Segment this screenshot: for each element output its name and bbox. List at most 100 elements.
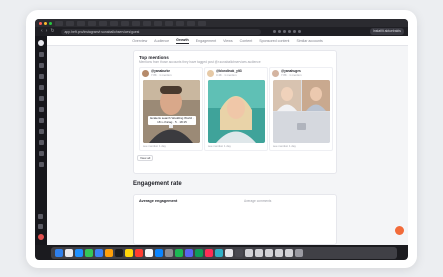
notes-icon[interactable] <box>125 249 133 257</box>
appstore-icon[interactable] <box>155 249 163 257</box>
search-icon[interactable] <box>38 63 44 68</box>
mention-footer: see mention 1 day <box>273 144 296 148</box>
spotify-icon[interactable] <box>175 249 183 257</box>
browser-tab[interactable] <box>154 20 162 26</box>
calendar-app-icon[interactable] <box>135 249 143 257</box>
user-icon[interactable] <box>38 74 44 79</box>
launchpad-icon[interactable] <box>65 249 73 257</box>
browser-profile-button[interactable]: Instafilt aktuelrakts <box>369 28 404 35</box>
star-icon[interactable] <box>38 107 44 112</box>
photo-caption: Ecaleris search Wedding World · 18 x chi… <box>148 116 196 126</box>
back-icon[interactable]: ‹ <box>41 29 43 34</box>
safari-icon[interactable] <box>75 249 83 257</box>
engagement-label: Average engagement <box>139 199 178 203</box>
document-icon[interactable] <box>275 249 283 257</box>
settings-icon[interactable] <box>38 162 44 167</box>
browser-tab[interactable] <box>121 20 129 26</box>
browser-tab[interactable] <box>176 20 184 26</box>
photos-icon[interactable] <box>105 249 113 257</box>
mention-photo[interactable] <box>208 80 265 143</box>
reload-icon[interactable]: ↻ <box>50 29 54 34</box>
document-icon[interactable] <box>265 249 273 257</box>
browser-tab[interactable] <box>88 20 96 26</box>
browser-tab[interactable] <box>77 20 85 26</box>
minimize-window-icon[interactable] <box>44 21 47 25</box>
portrait-woman-image <box>208 80 265 143</box>
chrome-icon[interactable] <box>145 249 153 257</box>
account-icon[interactable] <box>38 224 43 229</box>
avatar <box>142 70 149 77</box>
tab-engagement[interactable]: Engagement <box>196 39 216 43</box>
music-icon[interactable] <box>205 249 213 257</box>
help-icon[interactable] <box>38 214 43 219</box>
chat-support-icon[interactable] <box>395 226 404 235</box>
extension-icon[interactable] <box>287 30 291 33</box>
document-icon[interactable] <box>245 249 253 257</box>
media-grid-image <box>273 80 330 143</box>
telegram-icon[interactable] <box>215 249 223 257</box>
tab-audience[interactable]: Audience <box>154 39 169 43</box>
sheets-icon[interactable] <box>195 249 203 257</box>
mention-footer: see mention 1 day <box>208 144 231 148</box>
calendar-icon[interactable] <box>38 151 44 156</box>
notification-icon[interactable] <box>38 234 44 240</box>
extension-icon[interactable] <box>292 30 296 33</box>
top-mentions-card: Top mentions Mentions from those account… <box>133 50 337 174</box>
folder-icon[interactable] <box>235 249 243 257</box>
tab-views[interactable]: Views <box>223 39 233 43</box>
extension-icon[interactable] <box>272 30 276 33</box>
folder-icon[interactable] <box>38 118 44 123</box>
finder-icon[interactable] <box>55 249 63 257</box>
browser-tab[interactable] <box>187 20 195 26</box>
browser-tab[interactable] <box>198 20 206 26</box>
terminal-icon[interactable] <box>115 249 123 257</box>
trash-icon[interactable] <box>295 249 303 257</box>
browser-tab[interactable] <box>66 20 74 26</box>
tab-sponsored-content[interactable]: Sponsored content <box>259 39 289 43</box>
engagement-secondary-label: Average comments <box>244 199 272 203</box>
engagement-card: Average engagement Average comments <box>133 194 337 245</box>
browser-tab-strip <box>35 19 408 27</box>
document-icon[interactable] <box>255 249 263 257</box>
discord-icon[interactable] <box>185 249 193 257</box>
list-icon[interactable] <box>38 96 44 101</box>
extension-icon[interactable] <box>282 30 286 33</box>
extension-icon[interactable] <box>297 30 301 33</box>
browser-tab[interactable] <box>132 20 140 26</box>
tab-growth[interactable]: Growth <box>176 38 189 44</box>
extension-icon[interactable] <box>277 30 281 33</box>
tab-content[interactable]: Content <box>240 39 253 43</box>
view-all-button[interactable]: View all <box>137 155 154 161</box>
logo-icon[interactable] <box>38 40 44 46</box>
grid-icon[interactable] <box>38 140 44 145</box>
tab-overview[interactable]: Overview <box>132 39 147 43</box>
document-icon[interactable] <box>285 249 293 257</box>
subnav-tabs: Overview Audience Growth Engagement View… <box>47 36 408 46</box>
mail-icon[interactable] <box>95 249 103 257</box>
mention-card[interactable]: @yanahuges 7.8K · 1 mention see mention … <box>269 67 333 151</box>
bell-icon[interactable] <box>38 129 44 134</box>
url-field[interactable]: app.heft.pro/instagram/r.sunaballohservi… <box>60 28 261 35</box>
laptop-frame: ‹ › ↻ app.heft.pro/instagram/r.sunaballo… <box>26 10 417 268</box>
sidebar <box>35 36 47 245</box>
browser-tab[interactable] <box>55 20 63 26</box>
browser-tab[interactable] <box>110 20 118 26</box>
mention-photo[interactable] <box>273 80 330 143</box>
mention-photo[interactable]: Ecaleris search Wedding World · 18 x chi… <box>143 80 200 143</box>
maximize-window-icon[interactable] <box>49 21 52 25</box>
close-window-icon[interactable] <box>39 21 42 25</box>
tab-similar-accounts[interactable]: Similar accounts <box>296 39 322 43</box>
browser-tab[interactable] <box>165 20 173 26</box>
mention-meta: 7.8K · 1 mention <box>281 72 302 77</box>
forward-icon[interactable]: › <box>46 29 48 34</box>
messages-icon[interactable] <box>85 249 93 257</box>
home-icon[interactable] <box>38 52 44 57</box>
settings-app-icon[interactable] <box>165 249 173 257</box>
browser-tab[interactable] <box>99 20 107 26</box>
mention-card[interactable]: @blondinok_ylt3 3.4K · 1 mention see men… <box>204 67 268 151</box>
chart-icon[interactable] <box>38 85 44 90</box>
screen: ‹ › ↻ app.heft.pro/instagram/r.sunaballo… <box>35 19 408 260</box>
preview-icon[interactable] <box>225 249 233 257</box>
mention-card[interactable]: @yanaburke 7.8K · 1 mention Ecaleris sea… <box>139 67 203 151</box>
browser-tab[interactable] <box>143 20 151 26</box>
